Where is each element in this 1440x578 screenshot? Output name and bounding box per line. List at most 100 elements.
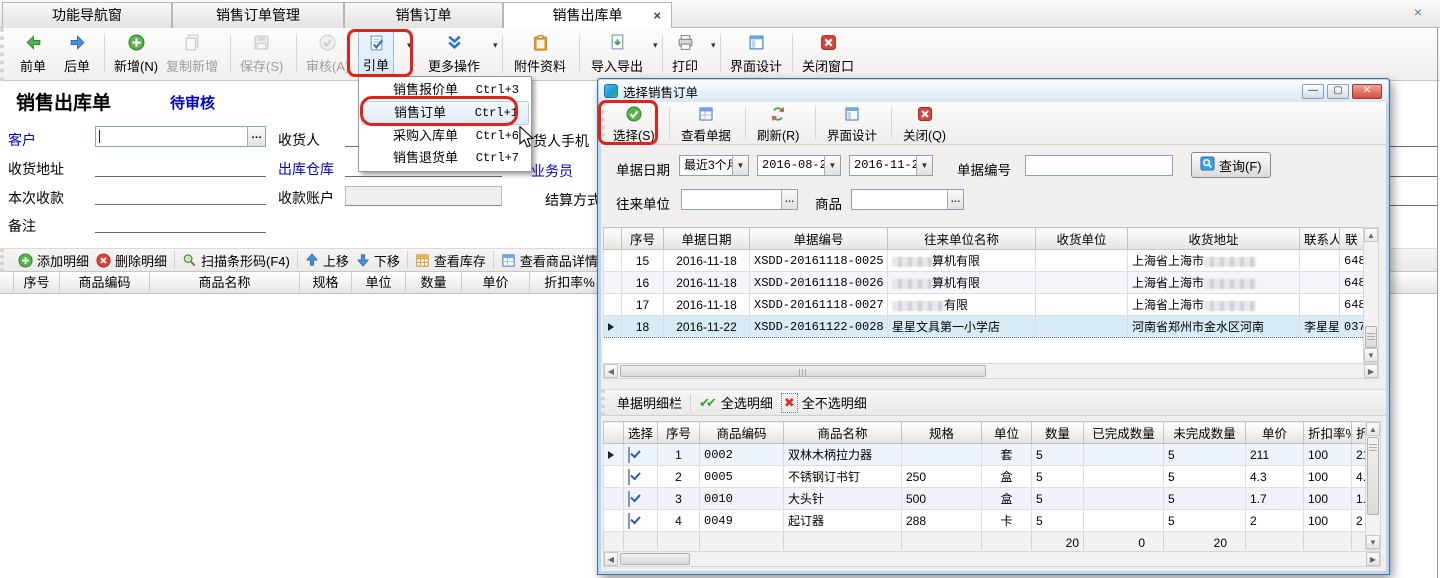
scroll-left-icon[interactable]: ◀ [604, 364, 618, 378]
save-button[interactable]: 保存(S) [236, 31, 287, 77]
tab-close-icon[interactable]: × [653, 3, 661, 28]
refresh-button[interactable]: 刷新(R) [753, 104, 803, 143]
pull-doc-button[interactable]: 引单 [358, 31, 394, 77]
move-down-button[interactable]: 下移 [356, 251, 400, 270]
col-unit[interactable]: 单位 [352, 272, 406, 294]
date-range-select[interactable]: 最近3个月▼ [679, 155, 749, 176]
move-up-button[interactable]: 上移 [305, 251, 349, 270]
close-window-button[interactable]: 关闭窗口 [798, 31, 858, 77]
dialog-title: 选择销售订单 [623, 82, 698, 101]
lookup-dots-button[interactable]: … [247, 127, 265, 146]
chevron-down-icon[interactable]: ▼ [916, 156, 932, 175]
tab-sales-order[interactable]: 销售订单 [344, 2, 503, 28]
chevron-down-icon[interactable]: ▼ [732, 156, 748, 175]
chevron-down-icon[interactable]: ▾ [653, 40, 658, 51]
attachment-button[interactable]: 附件资料 [510, 31, 570, 77]
scroll-down-icon[interactable]: ▼ [1364, 348, 1378, 362]
minimize-button[interactable]: — [1302, 84, 1324, 99]
menu-item-sales-order[interactable]: 销售订单Ctrl+1 [361, 101, 529, 125]
detail-row[interactable]: 3 0010 大头针 500 盒 5 5 1.7 100 1.7 [604, 488, 1366, 510]
scroll-left-icon[interactable]: ◀ [604, 552, 618, 566]
new-button[interactable]: 新增(N) [110, 31, 162, 77]
doc-no-input[interactable] [1025, 155, 1173, 176]
col-spec[interactable]: 规格 [300, 272, 352, 294]
date-from-select[interactable]: 2016-08-22▼ [757, 155, 841, 176]
redacted-text [892, 257, 932, 267]
col-qty[interactable]: 数量 [406, 272, 462, 294]
dialog-client: 选择(S) 查看单据 刷新(R) 界面设计 关闭(Q) 单据日期 最近3个月▼ … [601, 102, 1386, 571]
partner-input[interactable]: … [681, 189, 798, 210]
order-row[interactable]: 17 2016-11-18 XSDD-20161118-0027 有限 上海省上… [604, 294, 1364, 316]
view-doc-button[interactable]: 查看单据 [677, 104, 735, 143]
dialog-close-button[interactable]: 关闭(Q) [899, 104, 950, 143]
print-button[interactable]: 打印 [668, 31, 702, 77]
checkbox-checked[interactable] [628, 447, 630, 463]
audit-button[interactable]: 审核(A) [302, 31, 353, 77]
date-to-select[interactable]: 2016-11-22▼ [849, 155, 933, 176]
scroll-up-icon[interactable]: ▲ [1364, 228, 1378, 242]
scroll-down-icon[interactable]: ▼ [1366, 535, 1380, 549]
redacted-text [1204, 279, 1256, 289]
detail-row[interactable]: 4 0049 起订器288 卡 5 52 1002 [604, 510, 1366, 532]
prev-doc-button[interactable]: 前单 [16, 31, 50, 77]
order-row[interactable]: 16 2016-11-18 XSDD-20161118-0026 算机有限 上海… [604, 272, 1364, 294]
orders-header-row[interactable]: 序号单据日期 单据编号往来单位名称 收货单位收货地址 联系人联 [604, 228, 1364, 250]
details-vscrollbar[interactable]: ▲ ▼ [1365, 421, 1381, 550]
maximize-button[interactable]: ▢ [1327, 84, 1349, 99]
scan-barcode-button[interactable]: 扫描条形码(F4) [182, 251, 290, 270]
select-none-button[interactable]: ✖全不选明细 [781, 393, 867, 413]
tab-sales-order-mgmt[interactable]: 销售订单管理 [172, 2, 344, 28]
col-code[interactable]: 商品编码 [60, 272, 150, 294]
remove-detail-button[interactable]: 删除明细 [96, 251, 167, 270]
checkbox-checked[interactable] [628, 513, 630, 529]
address-input[interactable] [95, 159, 266, 177]
dialog-titlebar[interactable]: 选择销售订单 — ▢ ✕ [599, 80, 1388, 102]
view-stock-button[interactable]: 查看库存 [415, 251, 486, 270]
details-header-row[interactable]: 选择序号 商品编码商品名称 规格单位 数量已完成数量 未完成数量单价 折扣率%折 [604, 422, 1366, 444]
detail-row[interactable]: 1 0002 双林木柄拉力器 套 5 5 211 100 211 [604, 444, 1366, 466]
close-button[interactable]: ✕ [1352, 84, 1382, 99]
tabstrip-close-icon[interactable]: × [1414, 4, 1422, 20]
order-row[interactable]: 15 2016-11-18 XSDD-20161118-0025 算机有限 上海… [604, 250, 1364, 272]
remark-input[interactable] [95, 215, 266, 233]
lookup-dots-button[interactable]: … [947, 190, 963, 209]
scroll-right-icon[interactable]: ▶ [1366, 552, 1380, 566]
menu-item-quote[interactable]: 销售报价单Ctrl+3 [361, 79, 529, 101]
select-button[interactable]: 选择(S) [609, 104, 659, 143]
orders-vscrollbar[interactable]: ▲ ▼ [1363, 227, 1379, 363]
tab-sales-outbound[interactable]: 销售出库单 × [503, 2, 672, 29]
col-seq[interactable]: 序号 [14, 272, 60, 294]
payment-input[interactable] [95, 187, 266, 205]
chevron-down-icon[interactable]: ▾ [493, 40, 498, 51]
scroll-up-icon[interactable]: ▲ [1366, 422, 1380, 436]
chevron-down-icon[interactable]: ▾ [407, 40, 412, 51]
menu-item-purchase-in[interactable]: 采购入库单Ctrl+6 [361, 125, 529, 147]
more-actions-button[interactable]: 更多操作 [424, 31, 484, 77]
detail-row[interactable]: 2 0005 不锈钢订书钉250 盒 5 54.3 1004.3 [604, 466, 1366, 488]
lookup-dots-button[interactable]: … [781, 190, 797, 209]
checkbox-checked[interactable] [628, 491, 630, 507]
order-row-selected[interactable]: 18 2016-11-22 XSDD-20161122-0028 星星文具第一小… [604, 316, 1364, 338]
scroll-right-icon[interactable]: ▶ [1364, 364, 1378, 378]
next-doc-button[interactable]: 后单 [60, 31, 94, 77]
orders-hscrollbar[interactable]: ◀ ▶ [603, 363, 1379, 379]
details-hscrollbar[interactable]: ◀ ▶ [603, 551, 1381, 567]
account-input[interactable] [345, 186, 502, 206]
view-product-button[interactable]: 查看商品详情 [501, 251, 598, 270]
customer-input[interactable]: … [95, 126, 266, 147]
query-button[interactable]: 查询(F) [1191, 152, 1271, 178]
add-detail-button[interactable]: 添加明细 [18, 251, 89, 270]
chevron-down-icon[interactable]: ▼ [824, 156, 840, 175]
col-name[interactable]: 商品名称 [150, 272, 300, 294]
product-input[interactable]: … [851, 189, 964, 210]
chevron-down-icon[interactable]: ▾ [711, 40, 716, 51]
checkbox-checked[interactable] [628, 469, 630, 485]
tab-nav-window[interactable]: 功能导航窗 [2, 2, 172, 28]
ui-design-button[interactable]: 界面设计 [726, 31, 786, 77]
select-all-button[interactable]: ✔✔全选明细 [699, 393, 773, 412]
dialog-ui-design-button[interactable]: 界面设计 [823, 104, 881, 143]
copy-new-button[interactable]: 复制新增 [162, 31, 222, 77]
import-export-button[interactable]: 导入导出 [587, 31, 647, 77]
menu-item-sales-return[interactable]: 销售退货单Ctrl+7 [361, 147, 529, 169]
col-price[interactable]: 单价 [462, 272, 530, 294]
